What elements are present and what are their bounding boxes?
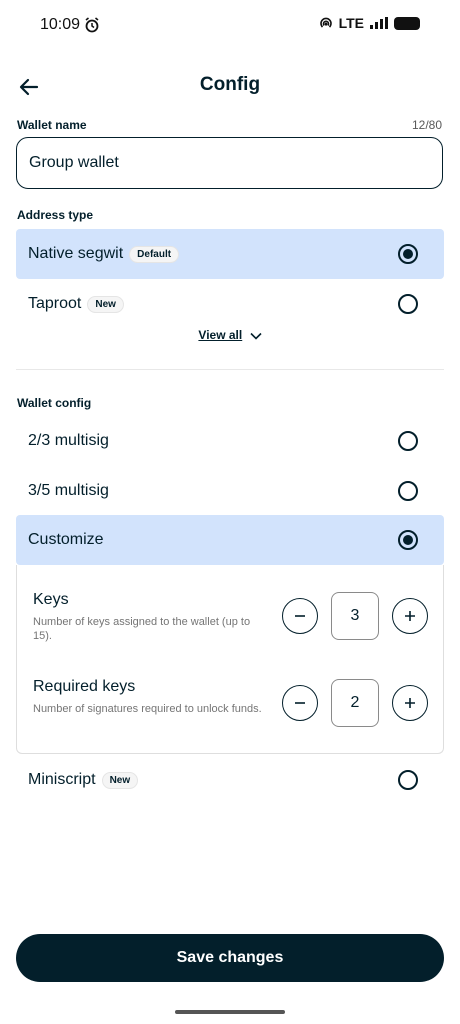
header: Config [0, 66, 460, 106]
radio-unchecked-icon[interactable] [398, 294, 418, 314]
status-time: 10:09 [40, 16, 81, 33]
option-label: 2/3 multisig [28, 432, 109, 449]
radio-unchecked-icon[interactable] [398, 481, 418, 501]
option-label: Taproot [28, 295, 82, 312]
wallet-name-label: Wallet name [17, 118, 87, 132]
keys-title: Keys [33, 591, 69, 608]
save-changes-button[interactable]: Save changes [16, 934, 444, 982]
decrement-required-keys-button[interactable] [282, 685, 318, 721]
minus-icon [295, 615, 305, 617]
minus-icon [295, 702, 305, 704]
new-badge: New [101, 771, 139, 789]
page-title: Config [199, 74, 261, 95]
address-type-label: Address type [17, 208, 94, 222]
option-2-3-multisig[interactable]: 2/3 multisig [16, 416, 444, 466]
default-badge: Default [129, 245, 180, 263]
signal-icon [370, 17, 388, 29]
keys-stepper: 3 [282, 592, 428, 640]
option-label: Native segwit [28, 245, 124, 262]
radio-unchecked-icon[interactable] [398, 770, 418, 790]
option-customize[interactable]: Customize [16, 515, 444, 565]
chevron-down-icon [250, 332, 262, 340]
radio-checked-icon[interactable] [398, 530, 418, 550]
hotspot-icon [319, 17, 332, 28]
required-keys-config: Required keys Number of signatures requi… [33, 678, 263, 716]
status-bar: 10:09 LTE [0, 0, 460, 52]
customize-panel: Keys Number of keys assigned to the wall… [16, 565, 444, 754]
new-badge: New [87, 295, 124, 313]
plus-icon [405, 611, 415, 621]
radio-checked-icon[interactable] [398, 244, 418, 264]
home-indicator[interactable] [175, 1010, 285, 1014]
network-type: LTE [338, 15, 364, 31]
view-all-label: View all [198, 328, 243, 342]
keys-description: Number of keys assigned to the wallet (u… [33, 616, 251, 642]
increment-keys-button[interactable] [392, 598, 428, 634]
keys-config: Keys Number of keys assigned to the wall… [33, 591, 263, 643]
required-keys-description: Number of signatures required to unlock … [33, 703, 262, 715]
wallet-name-counter: 12/80 [411, 118, 442, 132]
wallet-name-input[interactable] [16, 137, 443, 189]
option-3-5-multisig[interactable]: 3/5 multisig [16, 466, 444, 516]
required-keys-title: Required keys [33, 678, 136, 695]
required-keys-stepper: 2 [282, 679, 428, 727]
required-keys-value[interactable]: 2 [331, 679, 379, 727]
divider [16, 369, 444, 370]
radio-unchecked-icon[interactable] [398, 431, 418, 451]
option-miniscript[interactable]: Miniscript New [16, 755, 444, 805]
keys-value[interactable]: 3 [331, 592, 379, 640]
battery-icon [394, 16, 420, 30]
option-taproot[interactable]: Taproot New [16, 279, 444, 329]
status-right: LTE [319, 15, 420, 31]
view-all-link[interactable]: View all [0, 328, 460, 342]
option-label: 3/5 multisig [28, 482, 109, 499]
option-native-segwit[interactable]: Native segwit Default [16, 229, 444, 279]
alarm-icon [85, 17, 99, 33]
decrement-keys-button[interactable] [282, 598, 318, 634]
wallet-config-label: Wallet config [17, 396, 92, 410]
plus-icon [405, 698, 415, 708]
option-label: Miniscript [28, 771, 96, 788]
increment-required-keys-button[interactable] [392, 685, 428, 721]
option-label: Customize [28, 531, 104, 548]
